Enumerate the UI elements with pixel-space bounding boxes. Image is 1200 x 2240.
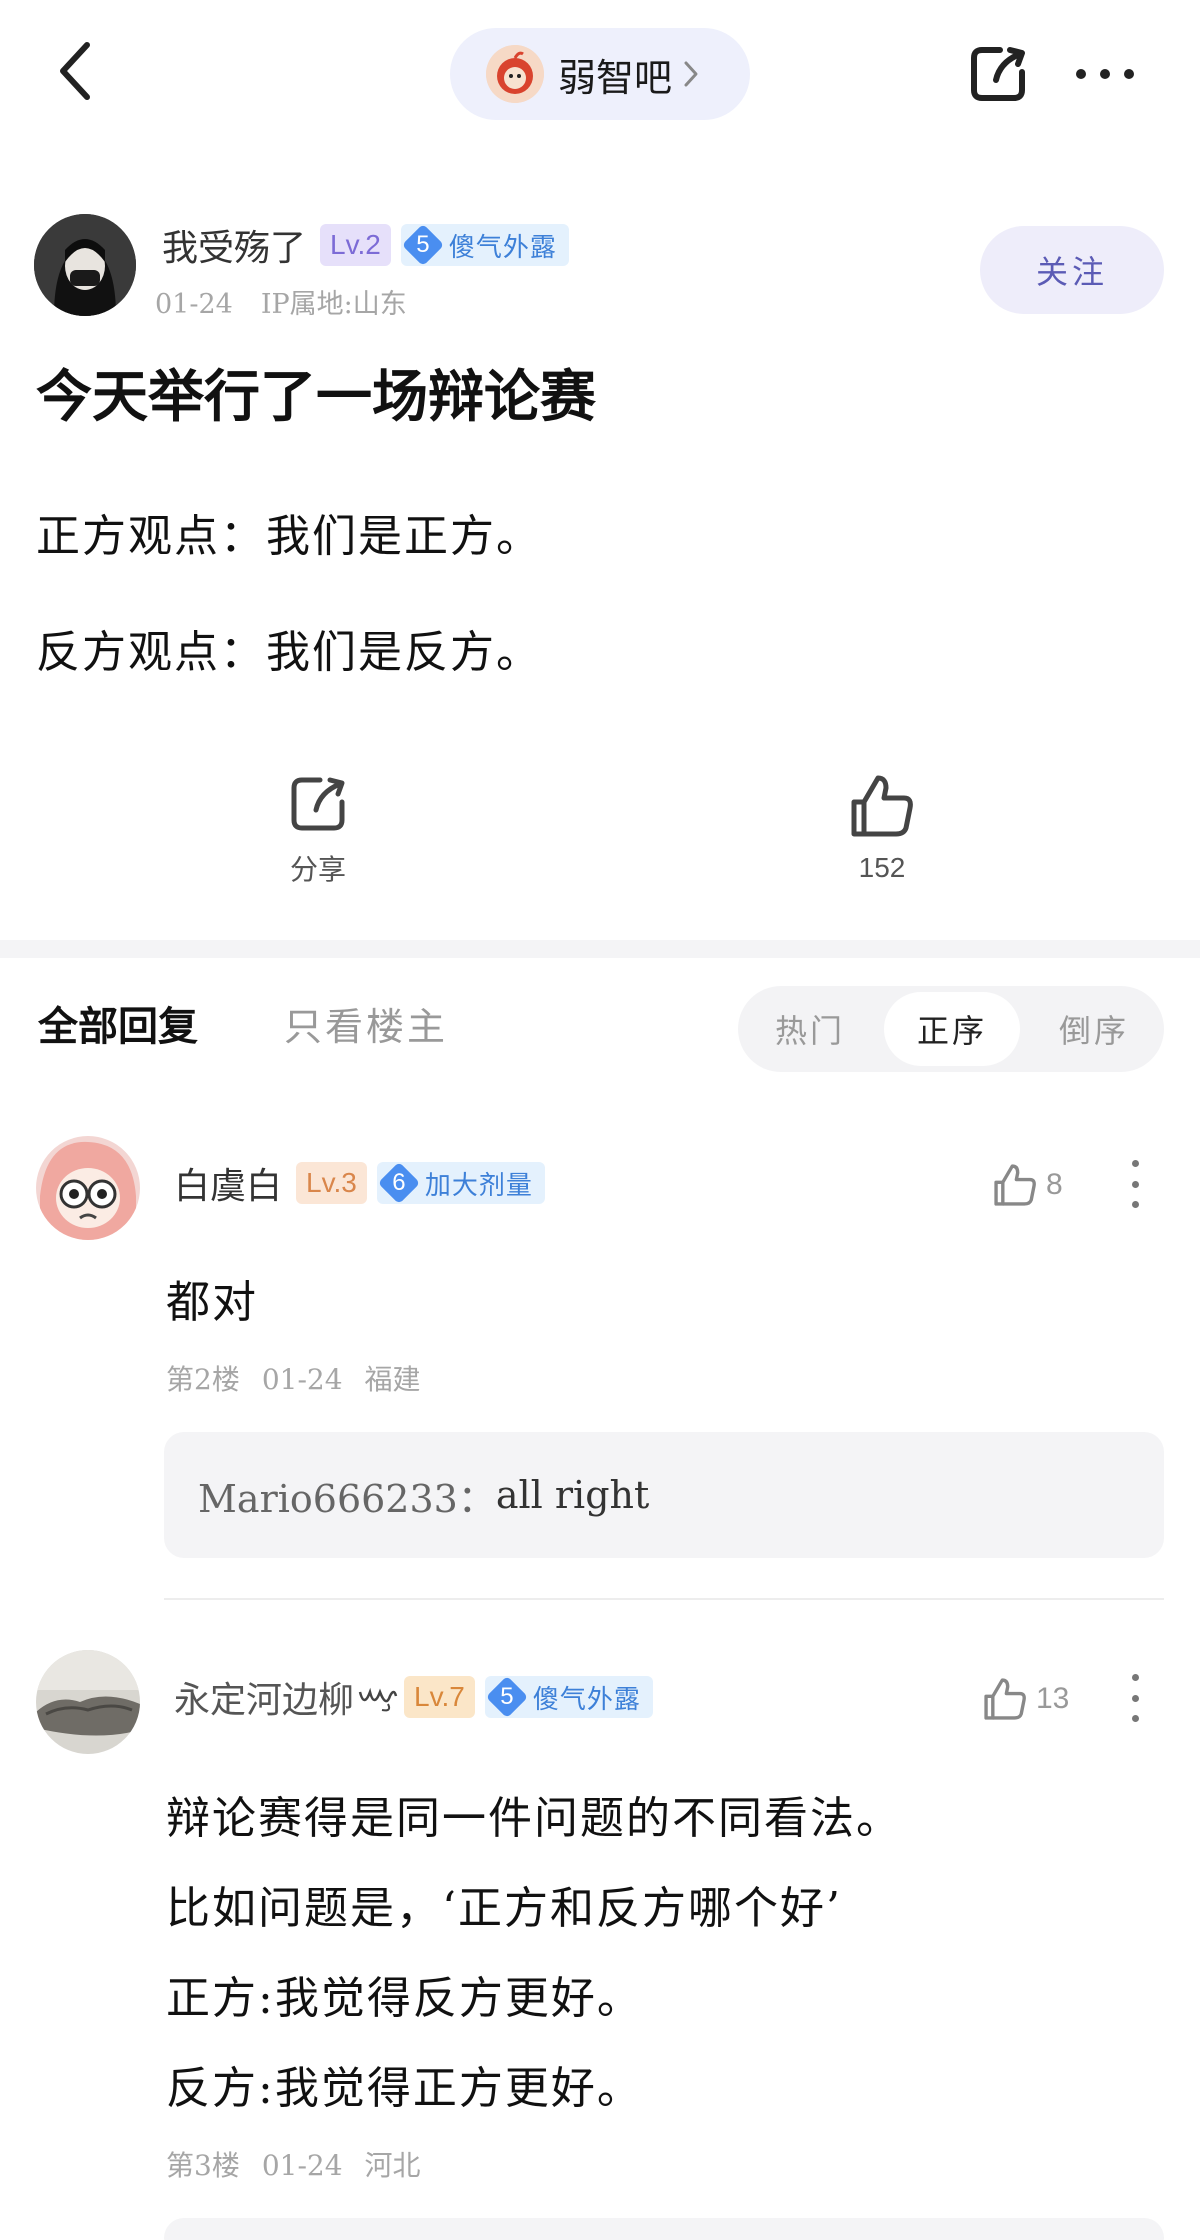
comment-name-row: 永定河边柳 Lv.7 5 傻气外露 [174,1670,653,1724]
comment-text-line: 辩论赛得是同一件问题的不同看法。 [166,1793,902,1844]
comment-location: 河北 [364,2149,421,2182]
honor-badge: 6 加大剂量 [376,1162,545,1204]
thumbs-up-icon [984,1678,1026,1720]
post-body-line: 反方观点：我们是反方。 [36,627,542,678]
like-count: 152 [858,852,906,883]
comment-name-row: 白虞白 Lv.3 6 加大剂量 [174,1156,545,1210]
floor-number: 第2楼 [166,1363,240,1396]
floor-number: 第3楼 [166,2149,240,2182]
share-icon [291,777,345,831]
more-icon [1076,69,1134,79]
sub-reply-text: all right [495,1473,650,1517]
name-flourish-icon [358,1682,398,1712]
author-name-row: 我受殇了 Lv.2 5 傻气外露 [162,218,569,272]
forum-name: 弱智吧 [558,55,673,100]
comment-separator [164,1598,1164,1600]
author-name[interactable]: 我受殇了 [162,219,306,271]
comment-meta: 第3楼 01-24 河北 [166,2144,421,2184]
comment-location: 福建 [364,1363,421,1396]
comment-avatar[interactable] [36,1650,140,1754]
forum-avatar-icon [486,45,544,103]
comment-like-count: 8 [1046,1168,1063,1201]
share-label: 分享 [289,853,346,886]
comment-like-button[interactable]: 13 [982,1672,1069,1726]
top-bar: 弱智吧 [0,0,1200,150]
comment-text: 都对 [166,1277,258,1328]
comment-avatar[interactable] [36,1136,140,1240]
section-divider [0,940,1200,958]
post-share-button[interactable]: 分享 [238,772,398,888]
comment-like-button[interactable]: 8 [992,1158,1063,1212]
tab-all-replies[interactable]: 全部回复 [38,994,198,1052]
honor-badge: 5 傻气外露 [400,224,569,266]
chevron-right-icon [682,59,700,89]
post-title: 今天举行了一场辩论赛 [36,365,596,430]
comment-text-line: 反方:我觉得正方更好。 [166,2063,643,2114]
sort-descending[interactable]: 倒序 [1026,992,1162,1066]
comment-more-button[interactable] [1120,1668,1150,1728]
comment-text-line: 比如问题是，‘正方和反方哪个好’ [166,1883,842,1934]
ip-location: IP属地:山东 [260,289,407,320]
back-arrow-icon [60,42,90,100]
author-avatar[interactable] [34,214,136,316]
sort-ascending[interactable]: 正序 [884,992,1020,1066]
level-badge: Lv.7 [404,1676,475,1718]
diamond-icon: 5 [485,1676,529,1718]
diamond-icon: 5 [401,224,445,266]
post-like-button[interactable]: 152 [802,772,962,884]
thumbs-up-icon [851,775,913,837]
sub-reply-user[interactable]: Mario666233： [198,1468,496,1523]
honor-title: 傻气外露 [532,1684,641,1715]
comment-text-line: 正方:我觉得反方更好。 [166,1973,643,2024]
sort-hot[interactable]: 热门 [742,992,878,1066]
sort-toggle: 热门 正序 倒序 [738,986,1164,1072]
follow-button[interactable]: 关注 [980,226,1164,314]
comment-like-count: 13 [1036,1682,1070,1715]
forum-link[interactable]: 弱智吧 [450,28,750,120]
sub-reply-box[interactable]: Mario666233： all right [164,1432,1164,1558]
more-button[interactable] [1070,36,1140,112]
sub-reply-box[interactable] [164,2218,1164,2240]
honor-title: 加大剂量 [424,1170,533,1201]
comment-date: 01-24 [261,1363,343,1396]
share-button[interactable] [960,36,1036,112]
share-icon [971,47,1025,101]
diamond-icon: 6 [377,1162,421,1204]
comment-meta: 第2楼 01-24 福建 [166,1358,421,1398]
level-badge: Lv.3 [296,1162,367,1204]
post-body-line: 正方观点：我们是正方。 [36,511,542,562]
comment-username[interactable]: 白虞白 [174,1157,282,1209]
post-date: 01-24 [155,289,233,320]
thumbs-up-icon [994,1164,1036,1206]
back-button[interactable] [40,36,110,106]
author-meta: 01-24 IP属地:山东 [155,282,407,321]
more-icon [1131,1160,1139,1167]
tab-op-only[interactable]: 只看楼主 [284,996,448,1051]
comment-username[interactable]: 永定河边柳 [174,1671,354,1723]
comment-date: 01-24 [261,2149,343,2182]
honor-badge: 5 傻气外露 [484,1676,653,1718]
level-badge: Lv.2 [320,224,391,266]
more-icon [1131,1674,1139,1681]
honor-title: 傻气外露 [448,232,557,263]
comment-more-button[interactable] [1120,1154,1150,1214]
